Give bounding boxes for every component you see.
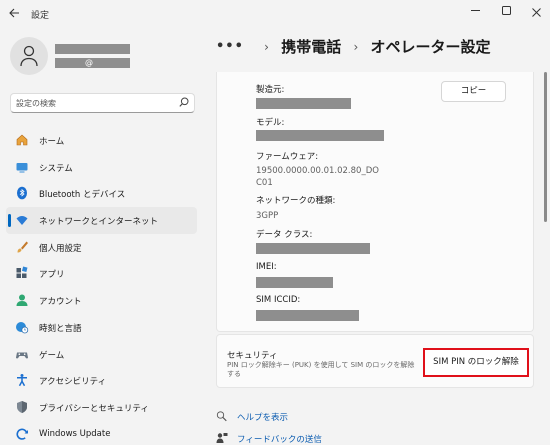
close-button[interactable] [526,4,546,22]
data-class-label: データ クラス: [256,230,313,240]
shield-icon [17,400,27,413]
user-name-redacted [55,44,130,54]
sidebar-item-accessibility[interactable]: アクセシビリティ [6,367,197,394]
sidebar-item-network[interactable]: ネットワークとインターネット [6,207,197,234]
search-input[interactable] [16,96,176,110]
copy-button[interactable]: コピー [441,81,506,102]
manufacturer-value-redacted [256,98,351,109]
update-icon [16,428,28,440]
operator-details-panel: コピー 製造元: モデル: ファームウェア: 19500.0000.00.01.… [216,72,534,332]
sidebar-item-label: 個人用設定 [39,243,82,254]
data-class-value-redacted [256,243,370,254]
network-type-label: ネットワークの種類: [256,196,336,206]
sidebar-item-bluetooth[interactable]: Bluetooth とデバイス [6,180,197,207]
title-bar: 設定 [0,0,550,28]
back-button[interactable] [4,5,24,23]
user-email-redacted: @ [55,58,130,68]
sidebar-item-label: アクセシビリティ [39,377,107,388]
sidebar-item-label: ゲーム [39,350,65,361]
accessibility-icon [17,374,27,387]
breadcrumb: ••• › 携帯電話 › オペレーター設定 [216,36,491,60]
model-value-redacted [256,130,384,141]
network-type-value: 3GPP [256,211,279,221]
chevron-right-icon: › [353,39,359,54]
sidebar-item-privacy[interactable]: プライバシーとセキュリティ [6,394,197,421]
security-panel: セキュリティ PIN ロック解除キー (PUK) を使用して SIM のロックを… [216,334,534,388]
app-title: 設定 [31,11,50,21]
breadcrumb-more-button[interactable]: ••• [216,39,244,54]
bluetooth-icon [17,187,27,200]
active-indicator [8,214,11,228]
brush-icon [17,241,28,253]
sidebar-item-label: Bluetooth とデバイス [39,190,126,201]
sidebar-item-accounts[interactable]: アカウント [6,287,197,314]
close-icon [531,8,541,17]
sidebar-item-gaming[interactable]: ゲーム [6,341,197,368]
sidebar-item-home[interactable]: ホーム [6,127,197,154]
feedback-link[interactable]: フィードバックの送信 [216,430,336,445]
system-icon [16,162,28,173]
search-box[interactable] [10,93,195,113]
sidebar-item-label: ネットワークとインターネット [39,217,159,228]
sidebar-item-apps[interactable]: アプリ [6,260,197,287]
person-icon [20,45,38,67]
sidebar-item-label: システム [39,163,73,174]
sidebar-item-time-language[interactable]: 時刻と言語 [6,314,197,341]
firmware-value-line1: 19500.0000.00.01.02.80_DO [256,166,379,176]
help-icon [216,411,227,422]
imei-value-redacted [256,277,333,288]
firmware-label: ファームウェア: [256,152,319,162]
chevron-right-icon: › [264,39,269,54]
help-link-label: ヘルプを表示 [237,413,289,423]
imei-label: IMEI: [256,262,277,272]
avatar[interactable] [10,37,48,75]
breadcrumb-item-mobile[interactable]: 携帯電話 [281,36,341,57]
sidebar-item-label: アプリ [39,270,65,281]
sidebar-item-personalization[interactable]: 個人用設定 [6,234,197,261]
globe-clock-icon [16,321,29,334]
sidebar-nav: ホーム システム Bluetooth とデバイス ネットワークとインターネット … [6,127,197,445]
gamepad-icon [16,352,28,358]
wifi-icon [16,216,28,226]
page-title: オペレーター設定 [370,38,491,56]
search-icon [179,97,189,107]
security-description: PIN ロック解除キー (PUK) を使用して SIM のロックを解除する [227,361,415,378]
maximize-icon [501,6,511,15]
iccid-label: SIM ICCID: [256,295,301,305]
account-icon [16,294,28,307]
home-icon [16,134,28,146]
iccid-value-redacted [256,310,359,321]
back-arrow-icon [8,8,19,18]
sim-pin-unlock-button[interactable]: SIM PIN のロック解除 [423,348,529,377]
scrollbar[interactable] [544,72,547,222]
firmware-value-line2: C01 [256,178,273,188]
apps-icon [16,266,28,279]
feedback-link-label: フィードバックの送信 [237,435,322,445]
security-title: セキュリティ [227,351,278,361]
sidebar-item-label: 時刻と言語 [39,323,82,334]
maximize-button[interactable] [496,4,516,22]
manufacturer-label: 製造元: [256,85,285,95]
minimize-icon [470,10,480,11]
sidebar-item-windows-update[interactable]: Windows Update [6,421,197,445]
minimize-button[interactable] [465,4,485,22]
sidebar-item-label: Windows Update [39,428,111,439]
model-label: モデル: [256,118,285,128]
sidebar-item-label: プライバシーとセキュリティ [39,403,149,414]
help-link[interactable]: ヘルプを表示 [216,408,336,424]
sidebar-item-label: ホーム [39,137,65,147]
sidebar-item-label: アカウント [39,297,82,308]
feedback-icon [216,433,228,443]
sidebar-item-system[interactable]: システム [6,154,197,181]
